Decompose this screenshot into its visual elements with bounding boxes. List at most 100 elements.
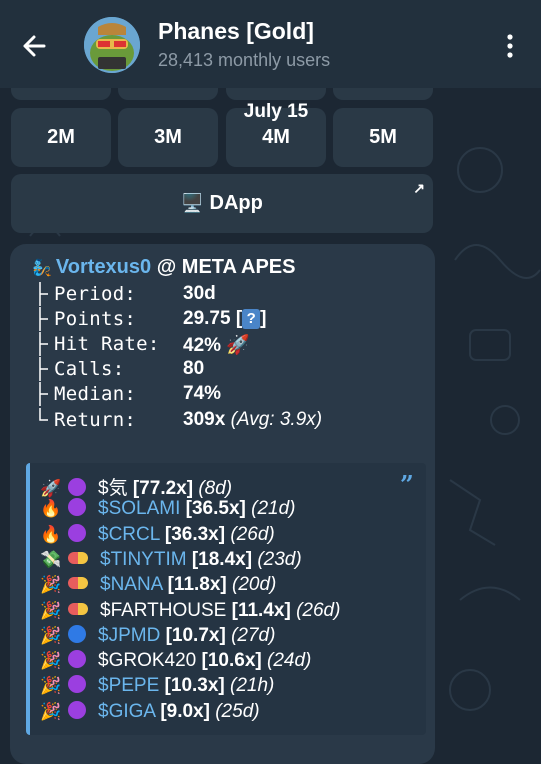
tree-branch [39,282,48,306]
keyboard-button-hidden[interactable] [11,86,111,100]
dapp-button[interactable]: 🖥️ DApp ↗ [11,174,433,233]
stat-value: 309x (Avg: 3.9x) [183,409,322,431]
token-emoji-icon: 🚀 [40,479,62,498]
token-age: (21d) [251,498,296,520]
message-header: 🧞 Vortexus0 @ META APES [32,256,296,279]
keyboard-button-hidden[interactable] [226,86,326,100]
more-vertical-icon[interactable] [498,28,522,64]
pepe-avatar-image [84,17,140,73]
period-label: 3M [154,126,182,148]
token-age: (27d) [231,624,276,646]
token-symbol[interactable]: $JPMD [98,625,160,646]
stat-value: 74% [183,383,222,404]
token-symbol: $GROK420 [98,650,197,672]
token-emoji-icon: 🔥 [40,524,62,544]
token-row: 🎉 $FARTHOUSE [11.4x] (26d) [40,600,340,625]
token-emoji-icon: 🎉 [40,625,62,645]
token-multiplier: [10.6x] [201,650,262,672]
purple-circle-icon [68,700,86,719]
token-age: (8d) [198,478,233,499]
keyboard-button-hidden[interactable] [333,86,433,100]
period-label: 4M [262,126,290,148]
stat-label: Median: [54,383,137,405]
token-multiplier: [11.8x] [167,574,227,596]
token-row: 🎉 $JPMD [10.7x] (27d) [40,624,276,650]
points-bracket: ] [260,308,267,329]
token-multiplier: [36.5x] [185,498,246,520]
chat-title[interactable]: Phanes [Gold] [158,18,314,45]
arrow-left-icon[interactable] [16,28,52,64]
avatar[interactable] [84,17,140,73]
tree-branch-end [39,408,48,421]
token-symbol[interactable]: $PEPE [98,675,159,696]
purple-circle-icon [68,478,86,496]
period-button-5m[interactable]: 5M [333,108,433,167]
stat-value: 80 [183,358,205,379]
stat-label: Points: [54,308,137,330]
token-emoji-icon: 🎉 [40,575,62,595]
token-multiplier: [11.4x] [231,599,291,621]
rocket-icon: 🚀 [226,335,250,356]
token-emoji-icon: 💸 [40,549,62,569]
token-row: 🔥 $SOLAMI [36.5x] (21d) [40,498,296,523]
token-age: (26d) [230,523,275,545]
purple-circle-icon [68,675,86,694]
token-emoji-icon: 🎉 [40,600,62,620]
purple-circle-icon [68,523,86,542]
token-age: (23d) [257,548,302,570]
dapp-label: DApp [209,192,263,214]
token-age: (26d) [296,599,341,621]
token-age: (20d) [232,574,277,596]
token-symbol[interactable]: $GIGA [98,701,155,722]
unknown-glyph-icon: ? [242,308,261,329]
token-age: (25d) [215,700,260,722]
token-row: 🎉 $GROK420 [10.6x] (24d) [40,650,311,675]
date-label: July 15 [243,101,309,122]
token-multiplier: [10.7x] [165,624,226,646]
return-average: (Avg: 3.9x) [230,409,323,430]
token-symbol[interactable]: $NANA [100,574,162,595]
token-multiplier: [10.3x] [164,675,225,697]
keyboard-button-hidden[interactable] [118,86,218,100]
username-link[interactable]: Vortexus0 [56,256,151,278]
tree-branch [39,382,48,406]
desktop-icon: 🖥️ [181,193,204,213]
points-value: 29.75 [ [183,308,243,329]
blue-circle-icon [68,624,86,643]
period-button-2m[interactable]: 2M [11,108,111,167]
token-multiplier: [9.0x] [160,700,210,722]
token-emoji-icon: 🎉 [40,676,62,696]
pill-icon [68,577,88,590]
token-multiplier: [77.2x] [132,478,194,499]
token-age: (21h) [230,675,275,697]
chat-header: Phanes [Gold] 28,413 monthly users [0,0,541,88]
token-row: 🔥 $CRCL [36.3x] (26d) [40,523,275,549]
hit-rate-value: 42% [183,335,222,356]
token-symbol[interactable]: $CRCL [98,524,160,545]
period-label: 5M [369,126,397,148]
period-label: 2M [47,126,75,148]
purple-circle-icon [68,650,86,669]
token-multiplier: [36.3x] [164,523,226,545]
tree-branch [39,332,48,356]
stat-value: 30d [183,283,216,304]
stat-value: 42% 🚀 [183,333,250,357]
pill-icon [68,551,88,564]
group-name: @ META APES [156,256,296,278]
quote-icon: ” [400,470,414,499]
stat-label: Hit Rate: [54,333,160,355]
tree-branch [39,357,48,381]
stat-value: 29.75 [?] [183,308,266,330]
genie-icon: 🧞 [32,260,52,277]
token-row: 🎉 $GIGA [9.0x] (25d) [40,700,260,726]
period-button-3m[interactable]: 3M [118,108,218,167]
token-emoji-icon: 🔥 [40,499,62,519]
pill-icon [68,602,88,615]
token-emoji-icon: 🎉 [40,651,62,671]
tree-branch [39,307,48,331]
token-symbol: $FARTHOUSE [100,599,227,621]
return-value: 309x [183,409,226,430]
token-row: 🎉 $NANA [11.8x] (20d) [40,574,276,599]
token-symbol[interactable]: $SOLAMI [98,498,180,519]
token-symbol[interactable]: $TINYTIM [100,549,187,570]
